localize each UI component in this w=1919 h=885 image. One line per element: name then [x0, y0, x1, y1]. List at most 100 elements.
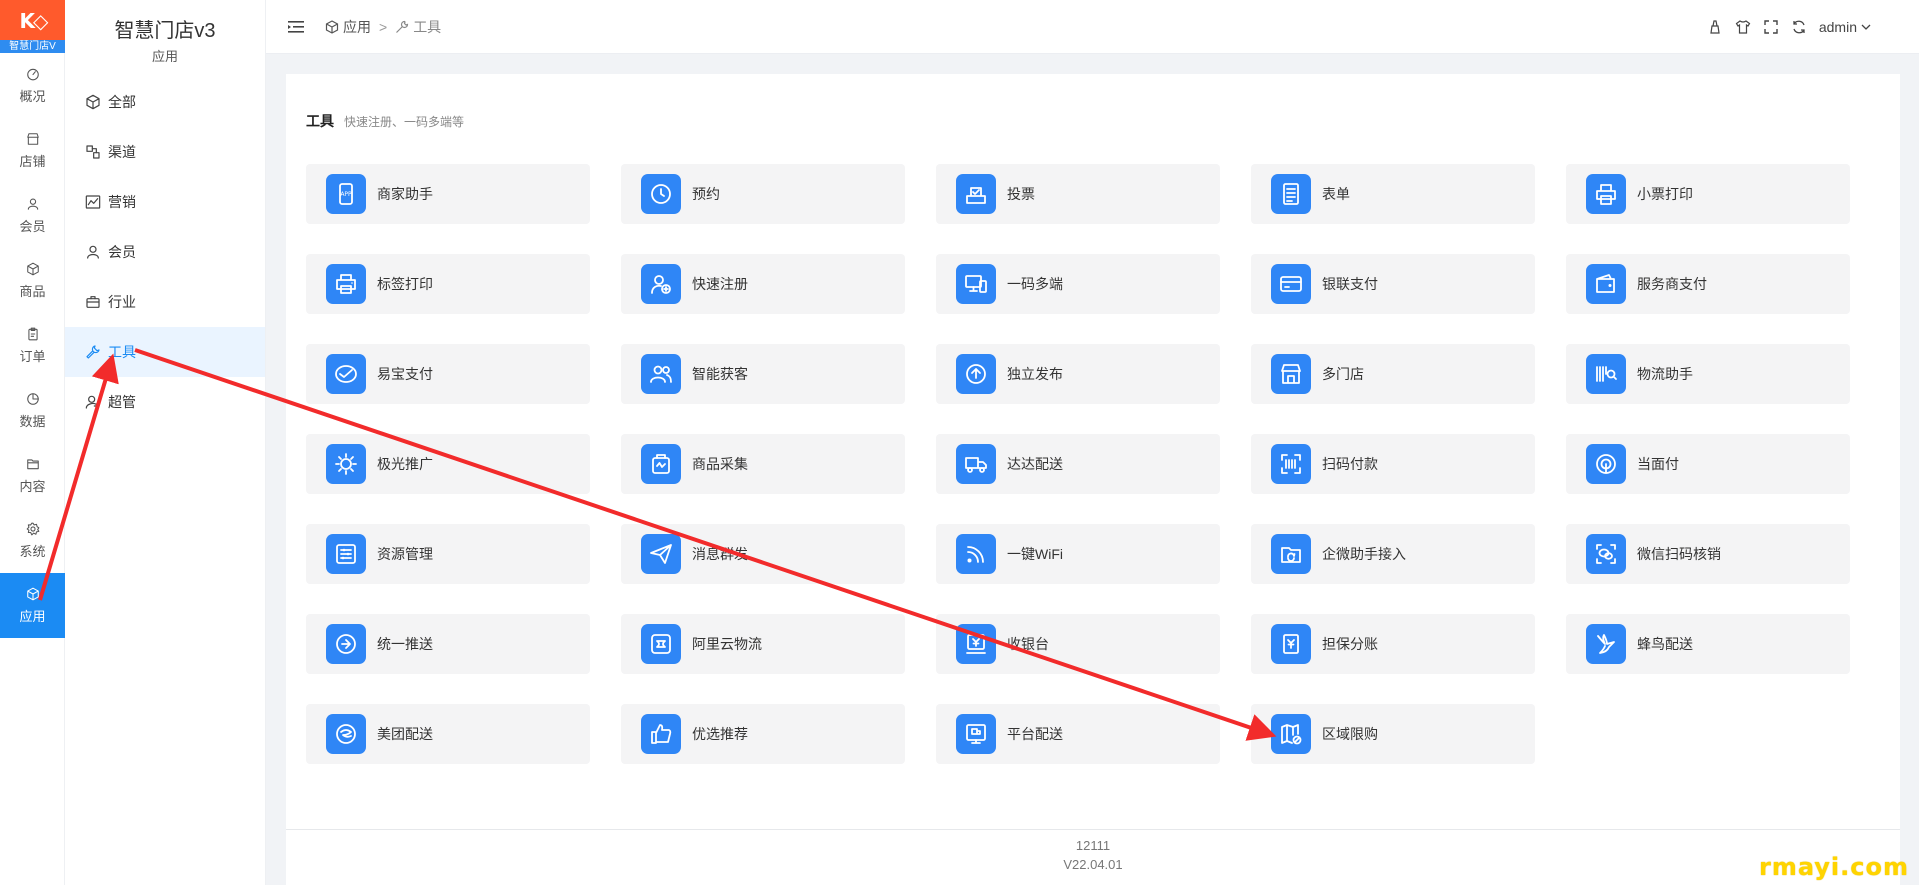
tool-tile[interactable]: 一码多端	[936, 254, 1220, 314]
rail-item-6[interactable]: 内容	[0, 443, 65, 508]
sidebar-item-6[interactable]: 超管	[65, 377, 265, 427]
tool-tile[interactable]: 独立发布	[936, 344, 1220, 404]
tool-tile[interactable]: 服务商支付	[1566, 254, 1850, 314]
tool-tile[interactable]: 极光推广	[306, 434, 590, 494]
rail-item-5[interactable]: 数据	[0, 378, 65, 443]
tool-tile[interactable]: 消息群发	[621, 524, 905, 584]
tool-tile[interactable]: 资源管理	[306, 524, 590, 584]
tool-tile-icon	[1586, 444, 1626, 484]
wechat-scan-icon	[1596, 544, 1616, 564]
tool-tile-icon: APP	[326, 174, 366, 214]
clear-cache-icon[interactable]	[1707, 19, 1723, 35]
tool-tile[interactable]: 预约	[621, 164, 905, 224]
rail-item-label: 概况	[19, 88, 46, 104]
tool-tile[interactable]: APP 商家助手	[306, 164, 590, 224]
sidebar-item-1[interactable]: 渠道	[65, 127, 265, 177]
folder-sync-icon	[1281, 547, 1301, 563]
tool-tile[interactable]: 多门店	[1251, 344, 1535, 404]
tool-tile-label: 智能获客	[692, 366, 748, 382]
tool-tile[interactable]: 担保分账	[1251, 614, 1535, 674]
tool-tile[interactable]: 阿里云物流	[621, 614, 905, 674]
receipt-printer-icon	[1596, 184, 1616, 205]
channel-icon	[86, 145, 100, 159]
guarantee-icon	[1283, 634, 1299, 654]
tool-tile-label: 消息群发	[692, 546, 748, 562]
tool-tile-icon	[956, 624, 996, 664]
tool-tile[interactable]: 标签打印	[306, 254, 590, 314]
bird-icon	[1597, 634, 1615, 654]
tool-tile[interactable]: 平台配送	[936, 704, 1220, 764]
tool-tile[interactable]: 优选推荐	[621, 704, 905, 764]
breadcrumb-current: 工具	[413, 18, 442, 35]
section-title: 工具	[306, 113, 334, 129]
tool-tile-icon	[956, 714, 996, 754]
tool-tile[interactable]: 达达配送	[936, 434, 1220, 494]
rail-item-7[interactable]: 系统	[0, 508, 65, 573]
tool-tile[interactable]: 投票	[936, 164, 1220, 224]
breadcrumb-separator: >	[379, 18, 388, 35]
menu-toggle-icon[interactable]	[287, 18, 305, 36]
rail-item-1[interactable]: 店铺	[0, 118, 65, 183]
box-icon	[26, 262, 39, 275]
rail-item-label: 应用	[19, 608, 46, 624]
sidebar-item-4[interactable]: 行业	[65, 277, 265, 327]
tool-tile[interactable]: 易宝支付	[306, 344, 590, 404]
sidebar-item-2[interactable]: 营销	[65, 177, 265, 227]
tool-tile-label: 银联支付	[1322, 276, 1378, 292]
tool-tile-icon	[1586, 174, 1626, 214]
tool-tile[interactable]: 收银台	[936, 614, 1220, 674]
tool-tile-icon	[956, 354, 996, 394]
rail-item-2[interactable]: 会员	[0, 183, 65, 248]
refresh-icon[interactable]	[1791, 19, 1807, 35]
tool-tile[interactable]: 企微助手接入	[1251, 524, 1535, 584]
rail-item-label: 订单	[19, 348, 46, 364]
tool-tile[interactable]: 美团配送	[306, 704, 590, 764]
footer-id: 12111	[1075, 838, 1111, 853]
theme-shirt-icon[interactable]	[1735, 19, 1751, 35]
tool-tile-label: 优选推荐	[692, 726, 748, 742]
tool-tile[interactable]: 快速注册	[621, 254, 905, 314]
user-menu[interactable]: admin	[1819, 19, 1871, 35]
sidebar-item-5[interactable]: 工具	[65, 327, 265, 377]
footer-divider	[286, 829, 1900, 830]
footer: 12111 V22.04.01	[286, 836, 1900, 874]
rail-item-4[interactable]: 订单	[0, 313, 65, 378]
app-logo[interactable]: K◇ 智慧门店V	[0, 0, 65, 53]
tool-tile-label: 预约	[692, 186, 720, 202]
cube-icon	[26, 587, 39, 600]
tool-tile[interactable]: 当面付	[1566, 434, 1850, 494]
tool-tile[interactable]: 智能获客	[621, 344, 905, 404]
tool-tile[interactable]: 银联支付	[1251, 254, 1535, 314]
tool-tile[interactable]: 微信扫码核销	[1566, 524, 1850, 584]
tool-tile[interactable]: 小票打印	[1566, 164, 1850, 224]
tool-tile[interactable]: 商品采集	[621, 434, 905, 494]
folder-icon	[26, 458, 39, 469]
header-actions: admin	[1707, 0, 1871, 54]
rail-item-8[interactable]: 应用	[0, 573, 65, 638]
cloud-logistics-icon	[651, 634, 671, 654]
tool-tile[interactable]: 一键WiFi	[936, 524, 1220, 584]
tool-tile[interactable]: 区域限购	[1251, 704, 1535, 764]
user-icon	[27, 198, 38, 210]
cube-icon	[325, 19, 339, 34]
form-icon	[1283, 183, 1299, 205]
send-icon	[650, 544, 672, 564]
tool-tile[interactable]: 统一推送	[306, 614, 590, 674]
rail-item-3[interactable]: 商品	[0, 248, 65, 313]
sidebar-item-3[interactable]: 会员	[65, 227, 265, 277]
tool-tile[interactable]: 物流助手	[1566, 344, 1850, 404]
rail-item-0[interactable]: 概况	[0, 53, 65, 118]
tool-tile-label: 商家助手	[377, 186, 433, 202]
breadcrumb-item[interactable]: 应用	[343, 17, 371, 37]
tool-tile[interactable]: 扫码付款	[1251, 434, 1535, 494]
tool-tile-icon	[326, 444, 366, 484]
sidebar-item-label: 会员	[108, 244, 136, 260]
tool-tile[interactable]: 表单	[1251, 164, 1535, 224]
tool-tile[interactable]: 蜂鸟配送	[1566, 614, 1850, 674]
sidebar-item-0[interactable]: 全部	[65, 77, 265, 127]
card-icon	[1280, 276, 1302, 292]
sidebar-item-label: 渠道	[108, 144, 136, 160]
tool-tile-label: 投票	[1007, 186, 1035, 202]
tool-tile-label: 独立发布	[1007, 366, 1063, 382]
fullscreen-icon[interactable]	[1763, 19, 1779, 35]
